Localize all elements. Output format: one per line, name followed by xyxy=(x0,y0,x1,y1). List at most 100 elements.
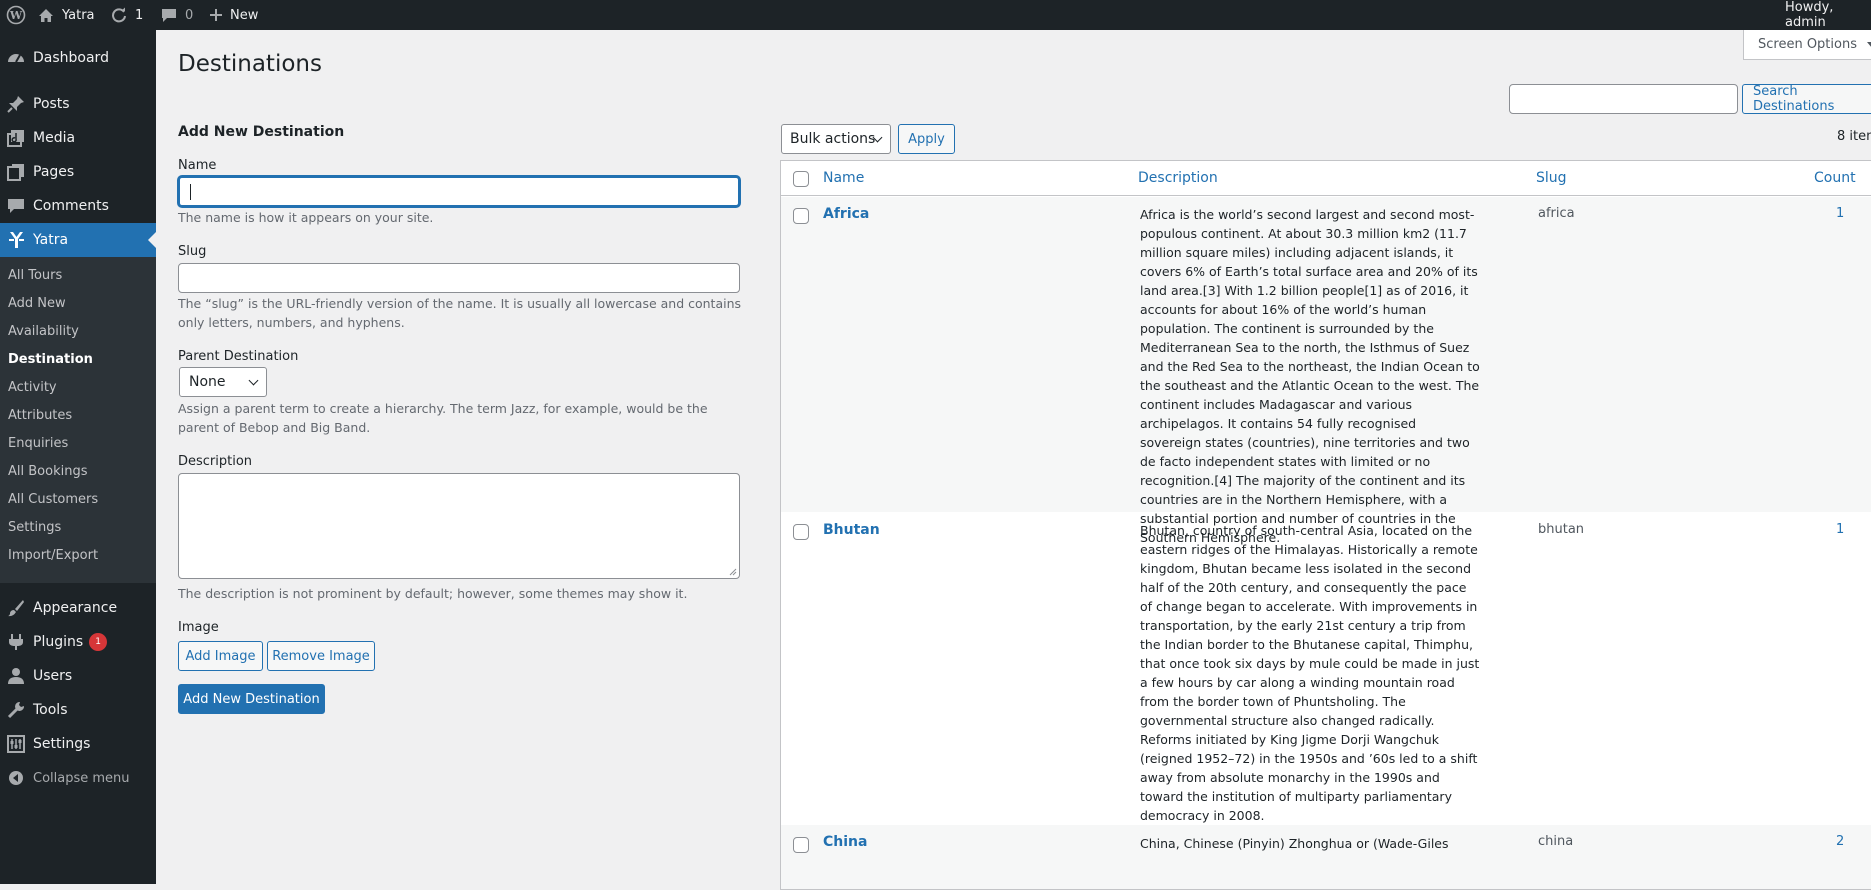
collapse-arrow-icon xyxy=(6,768,26,788)
description-textarea[interactable] xyxy=(178,473,740,579)
wordpress-logo-icon[interactable]: W xyxy=(6,0,26,30)
submenu-activity[interactable]: Activity xyxy=(8,377,57,397)
menu-posts[interactable]: Posts xyxy=(0,87,156,121)
term-slug: africa xyxy=(1538,206,1575,221)
comment-icon xyxy=(6,196,26,216)
menu-label: Appearance xyxy=(33,600,118,616)
add-new-destination-button[interactable]: Add New Destination xyxy=(178,684,325,714)
submenu-enquiries[interactable]: Enquiries xyxy=(8,433,68,453)
wrench-icon xyxy=(6,700,26,720)
collapse-menu-button[interactable]: Collapse menu xyxy=(0,761,156,795)
pin-icon xyxy=(6,94,26,114)
submenu-availability[interactable]: Availability xyxy=(8,321,79,341)
bulk-actions-select[interactable]: Bulk actions xyxy=(781,124,891,154)
apply-button[interactable]: Apply xyxy=(898,124,955,154)
home-icon xyxy=(38,8,54,23)
name-help: The name is how it appears on your site. xyxy=(178,210,434,225)
search-input[interactable] xyxy=(1509,84,1738,114)
term-description: Africa is the world’s second largest and… xyxy=(1140,207,1480,545)
menu-label: Dashboard xyxy=(33,50,109,66)
submenu-destination[interactable]: Destination xyxy=(8,349,93,369)
caret-down-icon xyxy=(1867,41,1871,48)
term-name-link[interactable]: China xyxy=(823,834,867,850)
menu-plugins[interactable]: Plugins 1 xyxy=(0,625,156,659)
menu-media[interactable]: Media xyxy=(0,121,156,155)
submenu-all-bookings[interactable]: All Bookings xyxy=(8,461,87,481)
slug-label: Slug xyxy=(178,244,207,259)
select-all-checkbox[interactable] xyxy=(793,171,809,187)
menu-pages[interactable]: Pages xyxy=(0,155,156,189)
new-content-link[interactable]: New xyxy=(209,0,258,30)
column-name-header[interactable]: Name xyxy=(823,170,864,186)
submenu-add-new[interactable]: Add New xyxy=(8,293,66,313)
term-count-link[interactable]: 1 xyxy=(1836,522,1844,537)
brush-icon xyxy=(6,598,26,618)
main-content: Screen Options Destinations Add New Dest… xyxy=(156,30,1871,890)
add-image-button[interactable]: Add Image xyxy=(178,641,263,671)
media-icon xyxy=(6,128,26,148)
row-checkbox[interactable] xyxy=(793,208,809,224)
plugin-icon xyxy=(6,632,26,652)
menu-dashboard[interactable]: Dashboard xyxy=(0,41,156,75)
column-description-header[interactable]: Description xyxy=(1138,170,1218,186)
menu-label: Tools xyxy=(33,702,68,718)
svg-text:W: W xyxy=(9,9,23,22)
term-name-link[interactable]: Africa xyxy=(823,206,869,222)
menu-tools[interactable]: Tools xyxy=(0,693,156,727)
menu-label: Users xyxy=(33,668,73,684)
yatra-icon xyxy=(6,230,26,250)
menu-yatra[interactable]: Yatra xyxy=(0,223,156,257)
description-label: Description xyxy=(178,454,253,469)
resize-handle-icon[interactable] xyxy=(728,567,737,576)
column-slug-header[interactable]: Slug xyxy=(1536,170,1567,186)
admin-bar: W Yatra 1 0 New Howdy, admin xyxy=(0,0,1871,30)
form-heading: Add New Destination xyxy=(178,124,345,140)
menu-comments[interactable]: Comments xyxy=(0,189,156,223)
admin-sidebar: Dashboard Posts Media Pages Comments Yat… xyxy=(0,30,156,884)
slug-input[interactable] xyxy=(178,263,740,293)
table-header: Name Description Slug Count xyxy=(781,161,1871,196)
term-count-link[interactable]: 1 xyxy=(1836,206,1844,221)
screen-options-label: Screen Options xyxy=(1758,37,1857,52)
term-slug: bhutan xyxy=(1538,522,1585,537)
site-name-link[interactable]: Yatra xyxy=(38,0,95,30)
comments-link[interactable]: 0 xyxy=(161,0,193,30)
menu-label: Settings xyxy=(33,736,91,752)
submenu-attributes[interactable]: Attributes xyxy=(8,405,72,425)
comment-bubble-icon xyxy=(161,8,177,23)
new-label: New xyxy=(230,7,259,23)
text-cursor xyxy=(190,184,191,200)
row-checkbox[interactable] xyxy=(793,524,809,540)
term-name-link[interactable]: Bhutan xyxy=(823,522,880,538)
menu-label: Comments xyxy=(33,198,109,214)
my-account-link[interactable]: Howdy, admin xyxy=(1785,0,1871,30)
settings-icon xyxy=(6,734,26,754)
updates-link[interactable]: 1 xyxy=(111,0,143,30)
items-count: 8 items xyxy=(1837,129,1871,144)
submenu-all-tours[interactable]: All Tours xyxy=(8,265,62,285)
page-title: Destinations xyxy=(178,51,322,77)
table-row: Africa Africa is the world’s second larg… xyxy=(781,197,1871,545)
term-count-link[interactable]: 2 xyxy=(1836,834,1844,849)
submenu-import-export[interactable]: Import/Export xyxy=(8,545,98,565)
row-checkbox[interactable] xyxy=(793,837,809,853)
parent-label: Parent Destination xyxy=(178,349,299,364)
submenu-settings[interactable]: Settings xyxy=(8,517,61,537)
site-name: Yatra xyxy=(62,7,95,23)
plus-icon xyxy=(209,8,223,22)
updates-count: 1 xyxy=(135,7,144,23)
image-label: Image xyxy=(178,620,219,635)
parent-select[interactable]: None xyxy=(179,367,267,397)
menu-appearance[interactable]: Appearance xyxy=(0,591,156,625)
menu-users[interactable]: Users xyxy=(0,659,156,693)
submenu-all-customers[interactable]: All Customers xyxy=(8,489,98,509)
column-count-header[interactable]: Count xyxy=(1814,170,1856,186)
screen-options-button[interactable]: Screen Options xyxy=(1743,30,1871,60)
pages-icon xyxy=(6,162,26,182)
remove-image-button[interactable]: Remove Image xyxy=(267,641,375,671)
search-destinations-button[interactable]: Search Destinations xyxy=(1742,84,1871,114)
parent-help: Assign a parent term to create a hierarc… xyxy=(178,401,708,435)
comments-count: 0 xyxy=(185,7,194,23)
name-input[interactable] xyxy=(178,176,740,207)
menu-settings[interactable]: Settings xyxy=(0,727,156,761)
